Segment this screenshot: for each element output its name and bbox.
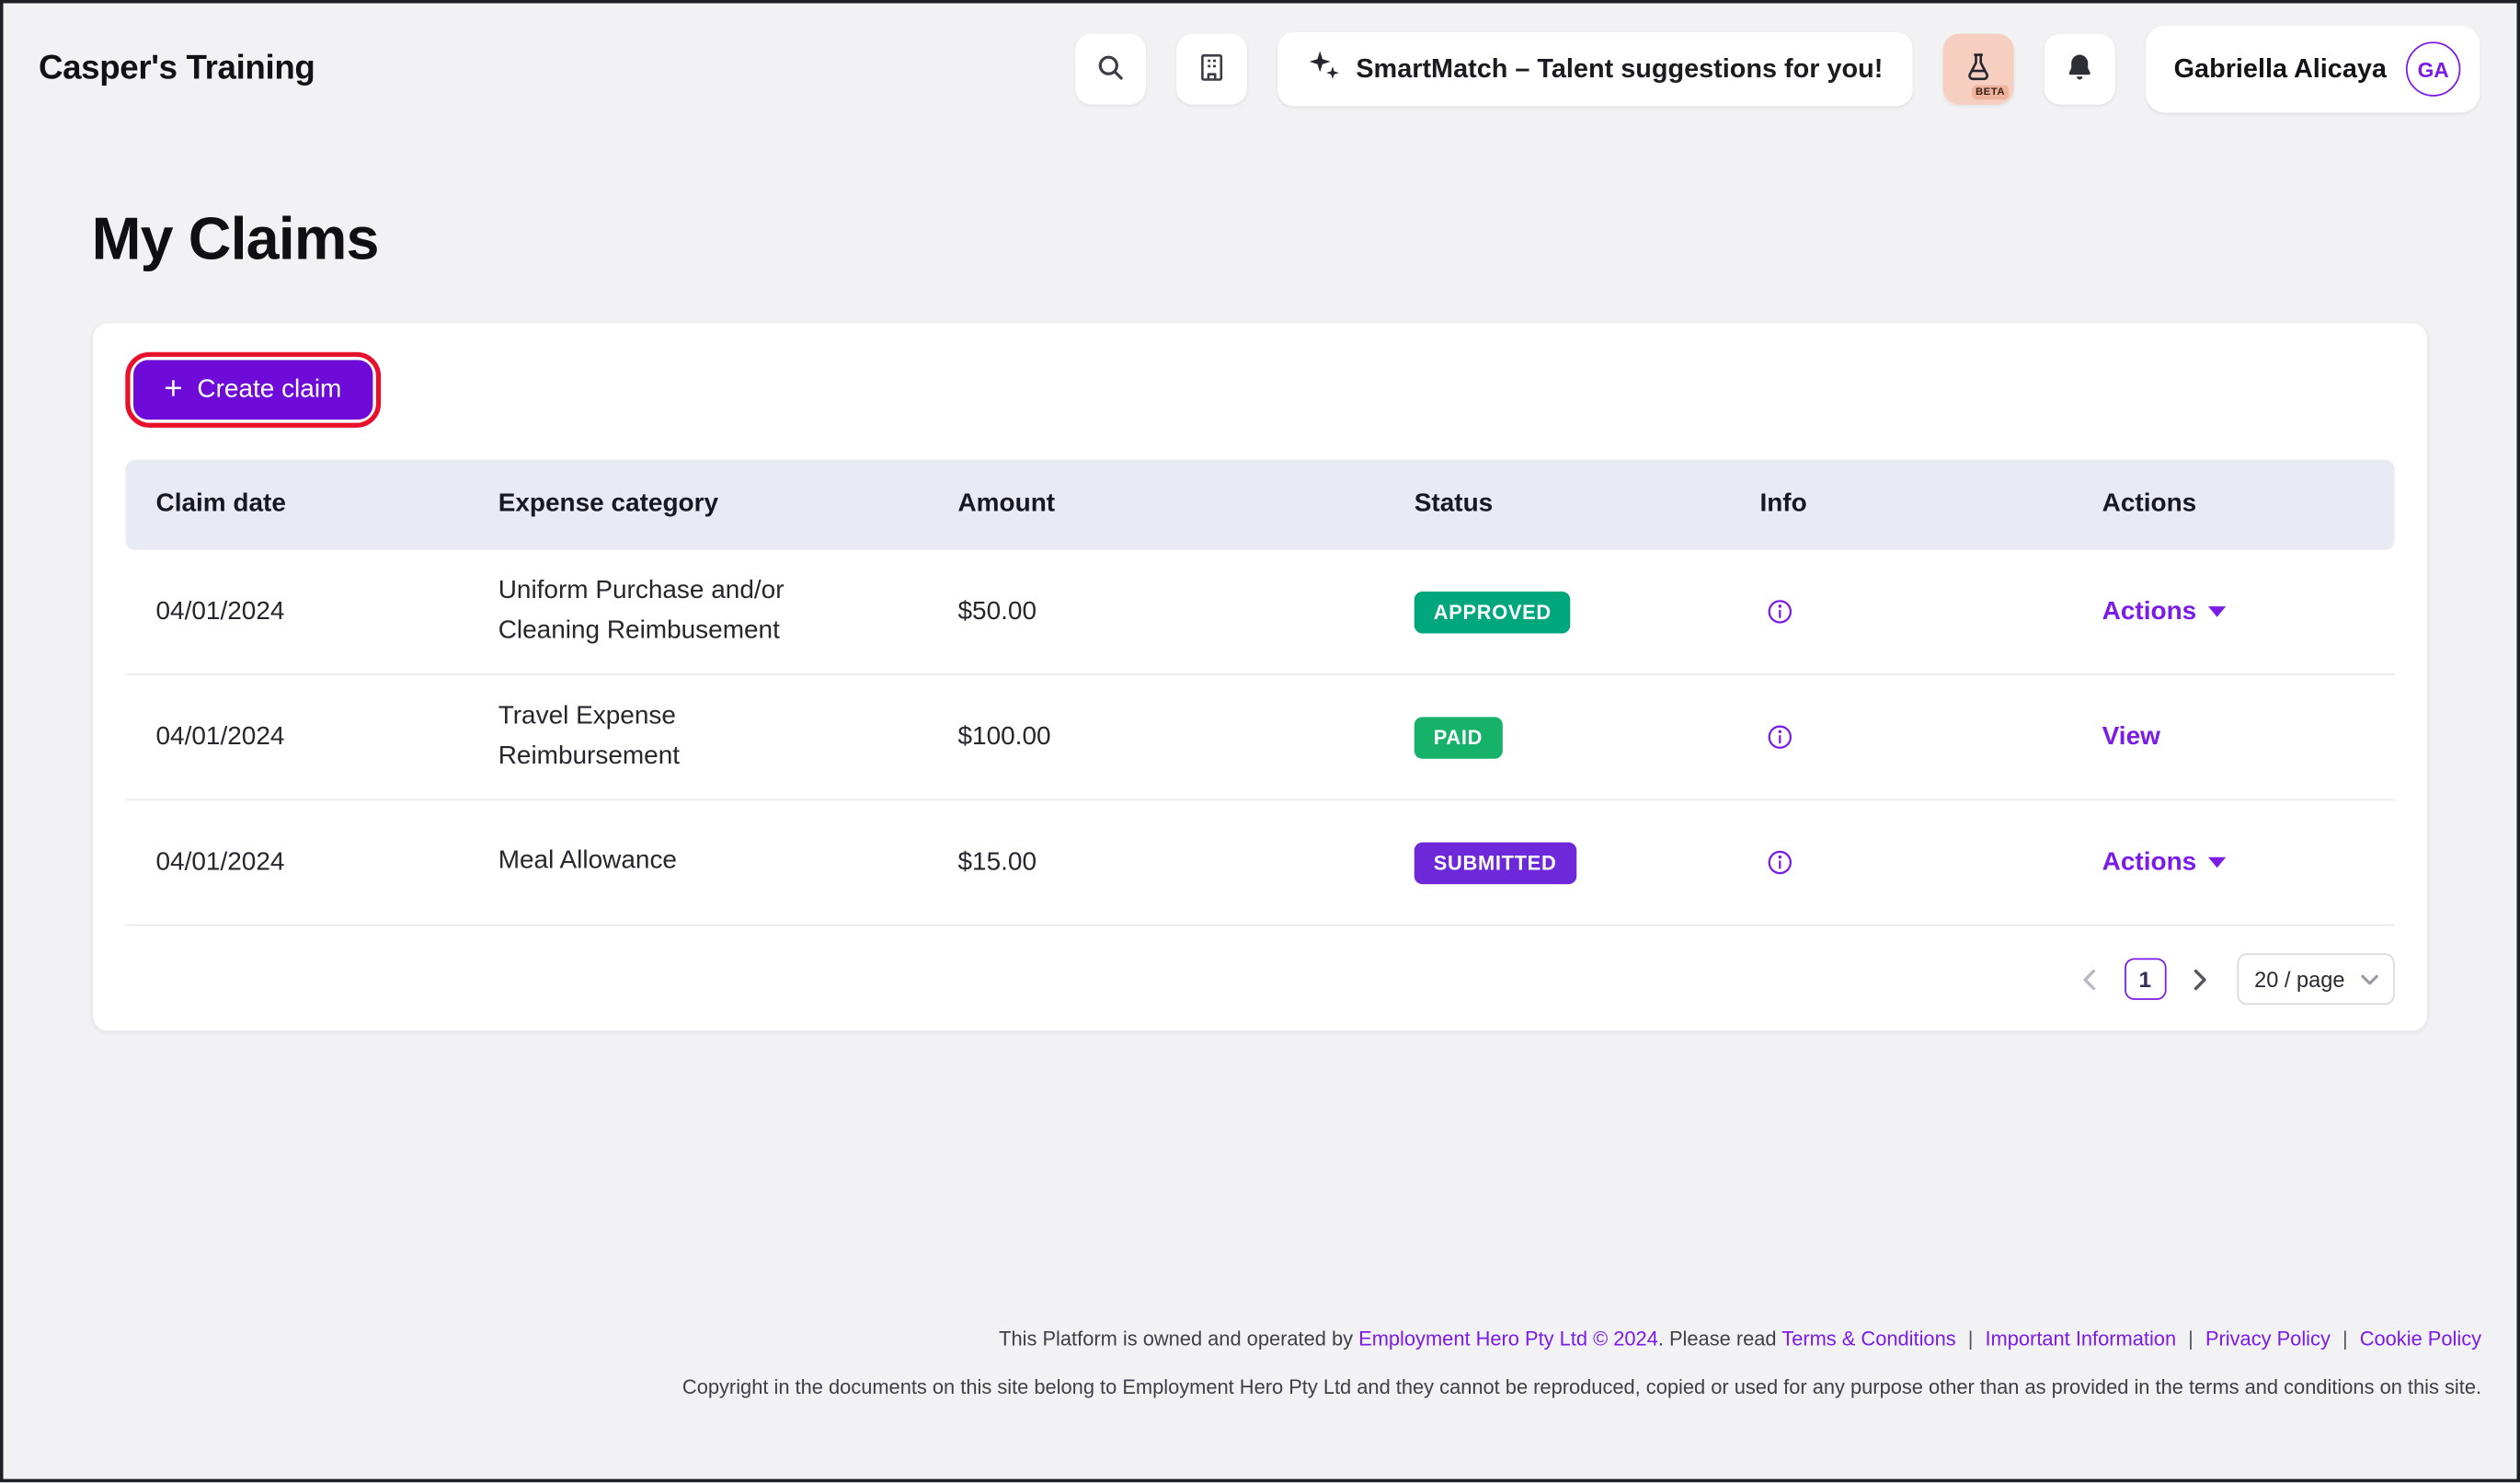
row-action-label: View [2102,722,2160,751]
table-row: 04/01/2024 Meal Allowance $15.00 SUBMITT… [125,800,2394,925]
notifications-button[interactable] [2044,34,2114,105]
labs-beta-button[interactable]: BETA [1942,34,2013,105]
footer-separator: | [1968,1328,1974,1350]
app-root: Casper's Training SmartMatch – Talent su… [0,0,2520,1482]
building-icon [1196,51,1228,87]
chevron-down-icon [2361,973,2378,984]
bell-icon [2063,51,2095,87]
beta-badge: BETA [1972,86,2008,100]
chevron-down-icon [2207,856,2225,868]
column-header-actions: Actions [2102,490,2418,519]
footer-separator: | [2342,1328,2348,1350]
column-header-amount: Amount [957,490,1414,519]
amount-cell: $100.00 [957,722,1414,751]
info-icon[interactable] [1766,849,1793,877]
plus-icon: + [164,373,182,405]
page-size-select[interactable]: 20 / page [2237,953,2395,1005]
user-menu-button[interactable]: Gabriella Alicaya GA [2145,26,2480,112]
page-footer: This Platform is owned and operated by E… [3,1315,2516,1411]
footer-link-important-information[interactable]: Important Information [1985,1328,2176,1350]
avatar: GA [2406,41,2460,96]
brand-title: Casper's Training [39,50,315,88]
row-actions-dropdown[interactable]: Actions [2102,848,2226,877]
status-badge: PAID [1415,716,1502,757]
top-bar-actions: SmartMatch – Talent suggestions for you!… [1075,26,2480,112]
footer-link-cookie-policy[interactable]: Cookie Policy [2360,1328,2481,1350]
claims-card: + Create claim Claim date Expense catego… [92,321,2429,1031]
footer-link-employment-hero[interactable]: Employment Hero Pty Ltd © 2024 [1358,1328,1658,1350]
top-bar: Casper's Training SmartMatch – Talent su… [3,3,2516,134]
pagination: 1 20 / page [125,953,2394,1005]
row-view-link[interactable]: View [2102,722,2160,751]
info-cell [1759,598,2102,626]
footer-line-copyright: Copyright in the documents on this site … [3,1363,2481,1411]
search-icon [1094,51,1126,87]
claim-date-cell: 04/01/2024 [125,597,498,626]
smartmatch-label: SmartMatch – Talent suggestions for you! [1356,54,1883,85]
info-cell [1759,723,2102,751]
footer-link-privacy-policy[interactable]: Privacy Policy [2205,1328,2331,1350]
column-header-status: Status [1415,490,1760,519]
amount-cell: $15.00 [957,848,1414,877]
footer-link-terms[interactable]: Terms & Conditions [1781,1328,1955,1350]
annotation-highlight-ring: + Create claim [125,352,380,428]
chevron-down-icon [2207,606,2225,617]
info-cell [1759,849,2102,877]
chevron-right-icon [2194,969,2209,990]
info-icon[interactable] [1766,598,1793,626]
pagination-page-button[interactable]: 1 [2125,958,2166,999]
footer-separator: | [2188,1328,2194,1350]
row-action-label: Actions [2102,597,2197,626]
column-header-claim-date: Claim date [125,490,498,519]
claims-table: Claim date Expense category Amount Statu… [125,460,2394,926]
pagination-next-button[interactable] [2183,961,2218,996]
column-header-info: Info [1759,490,2102,519]
page-size-value: 20 / page [2254,967,2344,991]
row-action-label: Actions [2102,848,2197,877]
status-badge: APPROVED [1415,591,1571,632]
expense-category-cell: Meal Allowance [498,843,900,882]
table-row: 04/01/2024 Travel Expense Reimbursement … [125,675,2394,800]
claim-date-cell: 04/01/2024 [125,848,498,877]
sparkles-icon [1306,48,1340,89]
user-name: Gabriella Alicaya [2174,54,2387,85]
status-badge: SUBMITTED [1415,842,1576,883]
footer-mid: . Please read [1658,1328,1777,1350]
organisation-button[interactable] [1176,34,1247,105]
claim-date-cell: 04/01/2024 [125,722,498,751]
table-row: 04/01/2024 Uniform Purchase and/or Clean… [125,550,2394,675]
create-claim-button[interactable]: + Create claim [133,360,372,420]
footer-line-ownership: This Platform is owned and operated by E… [3,1315,2481,1362]
footer-prefix: This Platform is owned and operated by [999,1328,1353,1350]
search-button[interactable] [1075,34,1146,105]
expense-category-cell: Uniform Purchase and/or Cleaning Reimbus… [498,572,900,652]
flask-icon [1962,51,1994,87]
row-actions-dropdown[interactable]: Actions [2102,597,2226,626]
chevron-left-icon [2081,969,2096,990]
create-claim-label: Create claim [197,375,341,404]
expense-category-cell: Travel Expense Reimbursement [498,697,900,777]
smartmatch-button[interactable]: SmartMatch – Talent suggestions for you! [1277,32,1912,106]
column-header-expense-category: Expense category [498,490,958,519]
info-icon[interactable] [1766,723,1793,751]
page-title: My Claims [92,206,2517,273]
pagination-prev-button[interactable] [2071,961,2106,996]
table-header-row: Claim date Expense category Amount Statu… [125,460,2394,550]
amount-cell: $50.00 [957,597,1414,626]
